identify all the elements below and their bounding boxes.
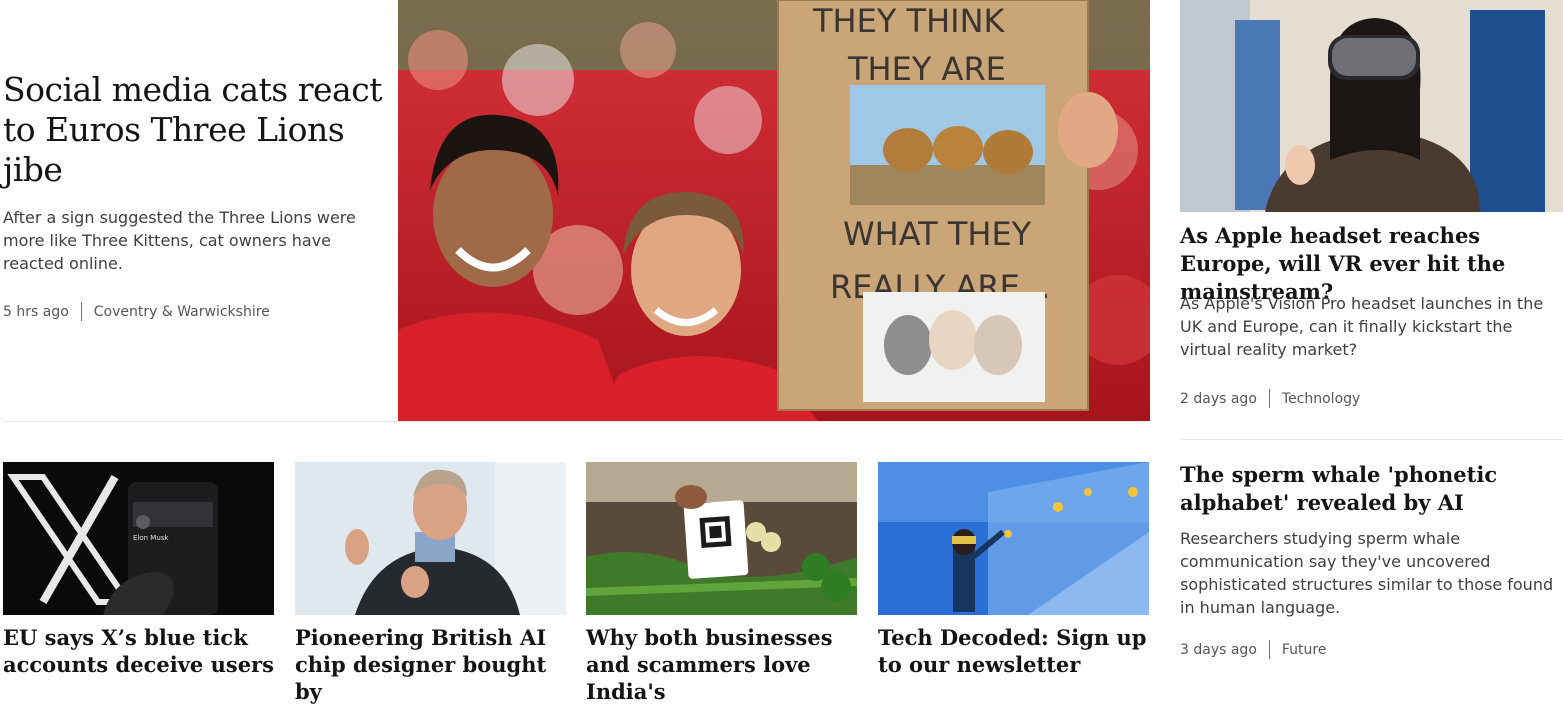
timestamp: 3 days ago <box>1180 641 1257 658</box>
card-title[interactable]: Why both businesses and scammers love In… <box>586 624 861 705</box>
card-image[interactable] <box>586 462 857 615</box>
card-title[interactable]: EU says X’s blue tick accounts deceive u… <box>3 624 278 678</box>
section-label[interactable]: Future <box>1282 642 1327 658</box>
side-story-summary: As Apple's Vision Pro headset launches i… <box>1180 294 1544 359</box>
phone-profile-name: Elon Musk <box>133 534 169 542</box>
story-divider <box>1180 439 1563 440</box>
story-card[interactable]: Elon Musk EU says X’s blue tick accounts… <box>3 462 274 678</box>
row-divider <box>3 421 1150 422</box>
card-title[interactable]: Pioneering British AI chip designer boug… <box>295 624 570 705</box>
side-story-title[interactable]: The sperm whale 'phonetic alphabet' reve… <box>1180 461 1563 517</box>
lead-photo: THEY THINK THEY ARE WHAT THEY REALLY ARE… <box>398 0 1150 421</box>
india-market-photo <box>586 462 857 615</box>
meta-divider <box>80 302 82 321</box>
apple-headset-image[interactable] <box>1180 0 1563 212</box>
lead-story-image[interactable]: THEY THINK THEY ARE WHAT THEY REALLY ARE… <box>398 0 1150 421</box>
card-image[interactable]: Elon Musk <box>3 462 274 615</box>
card-title[interactable]: Tech Decoded: Sign up to our newsletter <box>878 624 1153 678</box>
story-card[interactable]: Why both businesses and scammers love In… <box>586 462 857 705</box>
meta-divider <box>1268 389 1270 408</box>
lead-story[interactable]: Social media cats react to Euros Three L… <box>3 70 388 275</box>
timestamp: 2 days ago <box>1180 390 1257 407</box>
card-image[interactable] <box>878 462 1149 615</box>
section-label[interactable]: Coventry & Warwickshire <box>94 304 270 320</box>
meta-divider <box>1268 640 1270 659</box>
card-image[interactable] <box>295 462 566 615</box>
story-card[interactable]: Tech Decoded: Sign up to our newsletter <box>878 462 1149 678</box>
sign-line: WHAT THEY <box>843 215 1032 253</box>
headset-photo <box>1180 0 1563 212</box>
side-story-summary: Researchers studying sperm whale communi… <box>1180 529 1554 617</box>
sign-line: THEY THINK <box>812 2 1006 40</box>
ai-chip-designer-photo <box>295 462 566 615</box>
tech-decoded-illustration <box>878 462 1149 615</box>
side-story-meta: 2 days ago Technology <box>1180 389 1360 408</box>
timestamp: 5 hrs ago <box>3 303 69 320</box>
sign-line: THEY ARE <box>847 50 1006 88</box>
section-label[interactable]: Technology <box>1282 391 1360 407</box>
story-card[interactable]: Pioneering British AI chip designer boug… <box>295 462 566 705</box>
lead-story-summary: After a sign suggested the Three Lions w… <box>3 208 356 273</box>
lead-story-title[interactable]: Social media cats react to Euros Three L… <box>3 70 388 190</box>
x-logo-photo: Elon Musk <box>3 462 274 615</box>
lead-story-meta: 5 hrs ago Coventry & Warwickshire <box>3 302 270 321</box>
side-story-meta: 3 days ago Future <box>1180 640 1326 659</box>
